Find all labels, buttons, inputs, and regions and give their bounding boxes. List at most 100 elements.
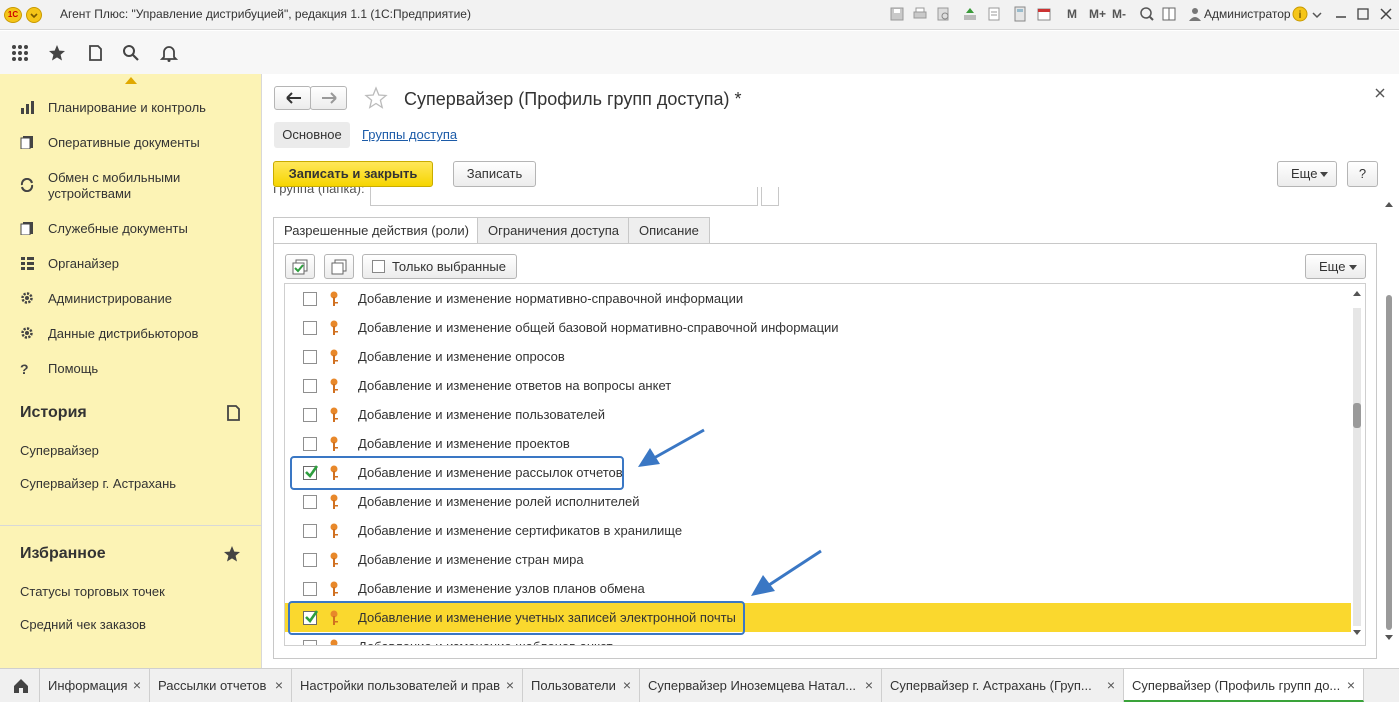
main-menu-button[interactable] bbox=[26, 7, 42, 23]
only-selected-toggle[interactable]: Только выбранные bbox=[362, 254, 517, 279]
role-checkbox[interactable] bbox=[303, 408, 317, 422]
memory-minus-button[interactable]: M- bbox=[1112, 7, 1126, 21]
apps-grid-icon[interactable] bbox=[11, 44, 29, 62]
help-button[interactable]: ? bbox=[1347, 161, 1378, 187]
close-icon[interactable] bbox=[1378, 6, 1394, 22]
window-tab[interactable]: Настройки пользователей и прав × bbox=[292, 669, 523, 702]
uncheck-all-button[interactable] bbox=[324, 254, 354, 279]
document-icon[interactable] bbox=[986, 6, 1002, 22]
role-checkbox[interactable] bbox=[303, 350, 317, 364]
role-row[interactable]: Добавление и изменение ролей исполнителе… bbox=[285, 487, 1351, 516]
tab-access-restrictions[interactable]: Ограничения доступа bbox=[477, 217, 631, 243]
role-row[interactable]: Добавление и изменение проектов bbox=[285, 429, 1351, 458]
role-checkbox[interactable] bbox=[303, 379, 317, 393]
role-row[interactable]: Добавление и изменение общей базовой нор… bbox=[285, 313, 1351, 342]
role-checkbox[interactable] bbox=[303, 321, 317, 335]
chevron-down-icon[interactable] bbox=[1311, 6, 1327, 22]
role-key-icon bbox=[329, 494, 339, 510]
close-tab-icon[interactable]: × bbox=[865, 669, 873, 702]
annotation-highlight-box bbox=[288, 601, 745, 635]
group-field-input[interactable] bbox=[370, 187, 758, 206]
sidebar-item-mobile-exchange[interactable]: Обмен с мобильными устройствами bbox=[48, 170, 198, 202]
maximize-icon[interactable] bbox=[1355, 6, 1371, 22]
access-groups-link[interactable]: Группы доступа bbox=[362, 127, 457, 142]
window-tab[interactable]: Информация × bbox=[40, 669, 150, 702]
calendar-icon[interactable] bbox=[1036, 6, 1052, 22]
sidebar-item-distributor-data[interactable]: Данные дистрибьюторов bbox=[48, 326, 198, 342]
role-row[interactable]: Добавление и изменение пользователей bbox=[285, 400, 1351, 429]
minimize-icon[interactable] bbox=[1333, 6, 1349, 22]
role-checkbox[interactable] bbox=[303, 292, 317, 306]
tab-description[interactable]: Описание bbox=[628, 217, 710, 243]
role-row[interactable]: Добавление и изменение ответов на вопрос… bbox=[285, 371, 1351, 400]
info-icon[interactable]: i bbox=[1292, 6, 1308, 22]
role-checkbox[interactable] bbox=[303, 553, 317, 567]
history-icon[interactable] bbox=[224, 404, 242, 422]
history-item[interactable]: Супервайзер bbox=[20, 443, 99, 458]
memory-plus-button[interactable]: M+ bbox=[1089, 7, 1106, 21]
print-icon[interactable] bbox=[912, 6, 928, 22]
sidebar-item-help[interactable]: Помощь bbox=[48, 361, 98, 377]
close-tab-icon[interactable]: × bbox=[1347, 669, 1355, 700]
sidebar-item-operational-docs[interactable]: Оперативные документы bbox=[48, 135, 200, 151]
role-checkbox[interactable] bbox=[303, 524, 317, 538]
check-all-button[interactable] bbox=[285, 254, 315, 279]
form-scrollbar[interactable] bbox=[1383, 200, 1395, 640]
list-more-button[interactable]: Еще bbox=[1305, 254, 1366, 279]
role-label: Добавление и изменение пользователей bbox=[358, 407, 605, 422]
close-tab-icon[interactable]: × bbox=[275, 669, 283, 702]
close-tab-icon[interactable]: × bbox=[623, 669, 631, 702]
upload-icon[interactable] bbox=[962, 6, 978, 22]
back-button[interactable] bbox=[274, 86, 311, 110]
role-checkbox[interactable] bbox=[303, 437, 317, 451]
save-button[interactable]: Записать bbox=[453, 161, 536, 187]
close-tab-icon[interactable]: × bbox=[1107, 669, 1115, 702]
close-tab-icon[interactable]: × bbox=[133, 669, 141, 702]
role-key-icon bbox=[329, 552, 339, 568]
window-tab[interactable]: Пользователи × bbox=[523, 669, 640, 702]
window-tab[interactable]: Супервайзер г. Астрахань (Груп... × bbox=[882, 669, 1124, 702]
window-tab-label: Супервайзер г. Астрахань (Груп... bbox=[890, 678, 1092, 693]
save-icon[interactable] bbox=[889, 6, 905, 22]
role-row[interactable]: Добавление и изменение нормативно-справо… bbox=[285, 284, 1351, 313]
star-icon[interactable] bbox=[48, 44, 66, 62]
window-tab[interactable]: Супервайзер (Профиль групп до... × bbox=[1124, 669, 1364, 702]
group-field-open-button[interactable] bbox=[761, 187, 779, 206]
more-button[interactable]: Еще bbox=[1277, 161, 1337, 187]
calculator-icon[interactable] bbox=[1012, 6, 1028, 22]
favorite-star-icon[interactable] bbox=[364, 86, 388, 110]
home-tab[interactable] bbox=[0, 669, 40, 702]
favorites-item[interactable]: Статусы торговых точек bbox=[20, 584, 165, 599]
close-tab-icon[interactable]: × bbox=[506, 669, 514, 702]
current-user[interactable]: Администратор bbox=[1204, 7, 1291, 21]
history-item[interactable]: Супервайзер г. Астрахань bbox=[20, 476, 176, 491]
memory-m-button[interactable]: M bbox=[1067, 7, 1077, 21]
window-tab[interactable]: Супервайзер Иноземцева Натал... × bbox=[640, 669, 882, 702]
form-close-icon[interactable] bbox=[1374, 87, 1386, 99]
star-icon[interactable] bbox=[223, 545, 241, 563]
nav-main-tab[interactable]: Основное bbox=[274, 122, 350, 148]
sidebar-item-planning[interactable]: Планирование и контроль bbox=[48, 100, 206, 116]
role-row[interactable]: Добавление и изменение сертификатов в хр… bbox=[285, 516, 1351, 545]
list-scrollbar[interactable] bbox=[1350, 288, 1364, 638]
sidebar-item-service-docs[interactable]: Служебные документы bbox=[48, 221, 188, 237]
window-tab-label: Информация bbox=[48, 678, 128, 693]
tab-roles[interactable]: Разрешенные действия (роли) bbox=[273, 217, 480, 244]
role-checkbox[interactable] bbox=[303, 640, 317, 645]
role-row[interactable]: Добавление и изменение опросов bbox=[285, 342, 1351, 371]
history-icon[interactable] bbox=[86, 44, 104, 62]
favorites-item[interactable]: Средний чек заказов bbox=[20, 617, 146, 632]
role-checkbox[interactable] bbox=[303, 582, 317, 596]
forward-button[interactable] bbox=[310, 86, 347, 110]
sidebar-collapse-arrow-icon[interactable] bbox=[125, 76, 137, 84]
role-checkbox[interactable] bbox=[303, 495, 317, 509]
panels-icon[interactable] bbox=[1161, 6, 1177, 22]
window-tab[interactable]: Рассылки отчетов × bbox=[150, 669, 292, 702]
zoom-icon[interactable] bbox=[1139, 6, 1155, 22]
sidebar-item-organizer[interactable]: Органайзер bbox=[48, 256, 119, 272]
sidebar-item-administration[interactable]: Администрирование bbox=[48, 291, 172, 307]
bell-icon[interactable] bbox=[160, 44, 178, 62]
search-icon[interactable] bbox=[122, 44, 140, 62]
print-preview-icon[interactable] bbox=[935, 6, 951, 22]
save-and-close-button[interactable]: Записать и закрыть bbox=[273, 161, 433, 187]
